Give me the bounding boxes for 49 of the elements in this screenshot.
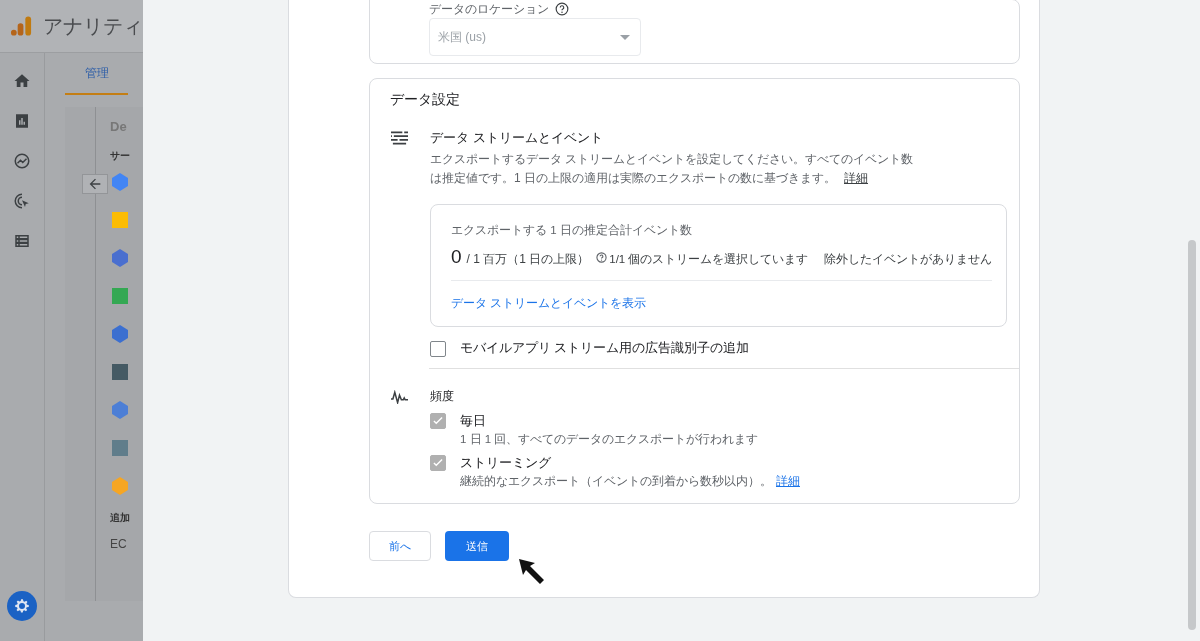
submit-button[interactable]: 送信 — [445, 531, 509, 561]
product-icon[interactable] — [110, 362, 130, 382]
view-streams-link[interactable]: データ ストリームとイベントを表示 — [451, 296, 647, 310]
pulse-icon — [391, 390, 408, 404]
scrollbar[interactable] — [1188, 240, 1196, 630]
cursor-target-icon[interactable] — [13, 192, 31, 210]
stream-count-text: 1/1 個のストリームを選択しています — [609, 252, 809, 267]
option-description: 継続的なエクスポート（イベントの到着から数秒以内）。 詳細 — [460, 475, 800, 487]
excluded-text: 除外したイベントがありません — [823, 252, 993, 267]
field-label: データのロケーション — [429, 0, 549, 18]
product-icon[interactable] — [110, 286, 130, 306]
product-icon[interactable] — [110, 438, 130, 458]
section-title: データ設定 — [389, 91, 461, 109]
product-icon[interactable] — [110, 210, 130, 230]
option-description: 1 日 1 回、すべてのデータのエクスポートが行われます — [460, 433, 759, 445]
checkbox-label: モバイルアプリ ストリーム用の広告識別子の追加 — [460, 340, 750, 357]
settings-button[interactable] — [7, 591, 37, 621]
app-title: アナリティ — [43, 13, 143, 39]
back-button[interactable] — [82, 174, 108, 194]
summary-label: エクスポートする 1 日の推定合計イベント数 — [451, 223, 693, 238]
product-icon[interactable] — [110, 172, 130, 192]
bar-chart-icon[interactable] — [13, 112, 31, 130]
section-label: サー — [110, 149, 131, 163]
subsection-title: 頻度 — [430, 388, 455, 405]
list-item[interactable]: EC — [110, 537, 143, 551]
checkbox[interactable] — [430, 340, 446, 357]
gear-icon — [13, 597, 31, 615]
home-icon[interactable] — [13, 72, 31, 90]
arrow-left-icon — [87, 176, 103, 192]
section-label: 追加 — [110, 511, 131, 525]
product-icon[interactable] — [110, 324, 130, 344]
limit-text: / 1 百万（1 日の上限） — [466, 251, 590, 268]
product-icon[interactable] — [110, 248, 130, 268]
list-icon[interactable] — [13, 232, 31, 250]
product-icon[interactable] — [110, 400, 130, 420]
details-link[interactable]: 詳細 — [844, 171, 868, 185]
option-label: ストリーミング — [460, 455, 552, 472]
caret-icon — [620, 34, 630, 40]
admin-tab[interactable]: 管理 — [65, 53, 128, 95]
help-icon — [596, 251, 608, 263]
logo-icon — [10, 14, 33, 38]
help-icon — [555, 2, 569, 16]
event-count: 0 — [451, 246, 462, 268]
stream-lines-icon — [391, 131, 408, 145]
description-text: エクスポートするデータ ストリームとイベントを設定してください。すべてのイベント数は推定値です。1 日の上限の適用は実際のエクスポートの数に基づきます。 詳細 — [430, 152, 914, 185]
back-button[interactable]: 前へ — [369, 531, 431, 561]
subsection-title: データ ストリームとイベント — [430, 129, 604, 147]
option-label: 毎日 — [460, 413, 487, 430]
trend-icon[interactable] — [13, 152, 31, 170]
